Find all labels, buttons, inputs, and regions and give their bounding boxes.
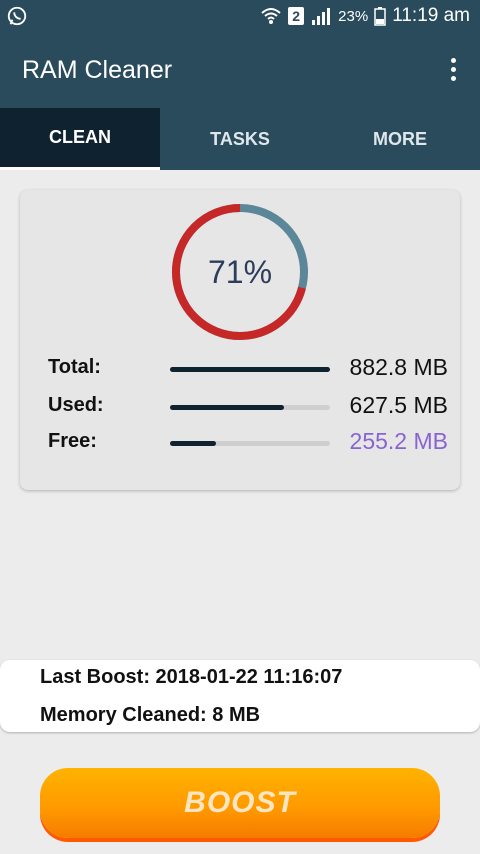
free-row: Free: 255.2 MB [48, 428, 448, 458]
free-label: Free: [48, 430, 97, 452]
tab-clean[interactable]: CLEAN [0, 108, 160, 170]
tab-bar: CLEAN TASKS MORE [0, 108, 480, 170]
battery-percent: 23% [338, 7, 369, 25]
overflow-menu-icon[interactable] [448, 58, 458, 84]
app-bar: RAM Cleaner [0, 32, 480, 108]
memory-cleaned-text: Memory Cleaned: 8 MB [40, 704, 261, 726]
total-bar [170, 367, 330, 372]
used-row: Used: 627.5 MB [48, 392, 448, 422]
whatsapp-icon [7, 6, 27, 26]
used-label: Used: [48, 394, 104, 416]
total-row: Total: 882.8 MB [48, 354, 448, 384]
boost-button-label: BOOST [184, 786, 296, 819]
boost-info-panel: Last Boost: 2018-01-22 11:16:07 Memory C… [0, 660, 480, 732]
last-boost-text: Last Boost: 2018-01-22 11:16:07 [40, 666, 343, 688]
tab-tasks[interactable]: TASKS [160, 108, 320, 170]
used-bar [170, 405, 330, 410]
tab-more[interactable]: MORE [320, 108, 480, 170]
memory-card: 71% Total: 882.8 MB Used: 627.5 MB Free:… [20, 190, 460, 490]
battery-charging-icon [374, 7, 386, 26]
wifi-icon [261, 8, 281, 24]
boost-button[interactable]: BOOST [40, 768, 440, 838]
signal-icon [312, 8, 331, 25]
used-value: 627.5 MB [349, 392, 448, 418]
status-bar: 2 23% 11:19 am [0, 0, 480, 32]
sim-slot-badge: 2 [288, 7, 305, 25]
clock: 11:19 am [392, 5, 470, 26]
total-label: Total: [48, 356, 101, 378]
total-value: 882.8 MB [349, 354, 448, 380]
app-title: RAM Cleaner [22, 56, 173, 84]
free-bar [170, 441, 330, 446]
usage-percent: 71% [207, 253, 273, 290]
free-value: 255.2 MB [349, 428, 448, 454]
